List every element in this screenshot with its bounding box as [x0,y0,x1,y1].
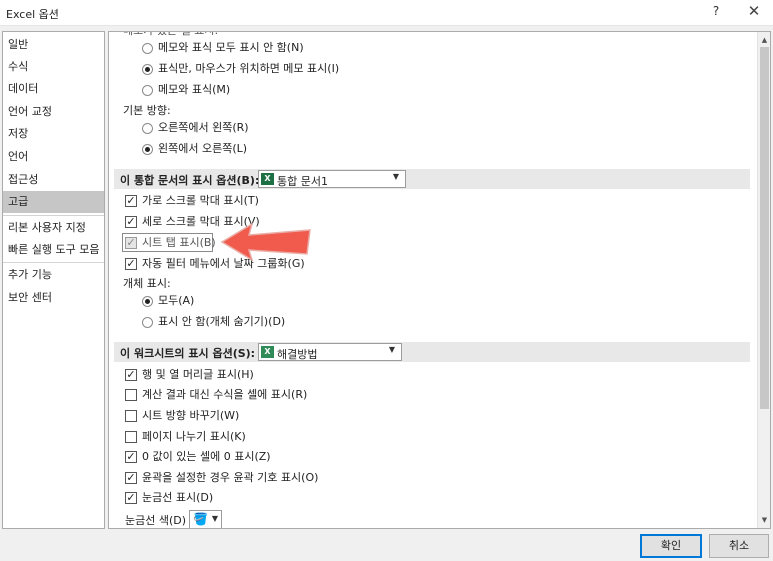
excel-workbook-icon: X [261,173,274,185]
options-panel: 메모가 있는 셀 표시: 메모와 표식 모두 표시 안 함(N) 표식만, 마우… [108,31,771,529]
checkbox-zero-values[interactable]: ✓ [125,451,137,463]
sidebar-item-data[interactable]: 데이터 [3,78,104,100]
row-col-headers-label: 행 및 열 머리글 표시(H) [142,368,254,381]
sidebar-item-accessibility[interactable]: 접근성 [3,169,104,191]
sidebar-item-formulas[interactable]: 수식 [3,56,104,78]
checkbox-horizontal-scrollbar[interactable]: ✓ [125,195,137,207]
radio-comments-and-indicators-label: 메모와 표식(M) [158,83,231,96]
objects-display-label: 개체 표시: [123,277,171,290]
gridline-color-label: 눈금선 색(D) [125,514,187,527]
radio-no-comments[interactable] [142,43,153,54]
radio-right-to-left[interactable] [142,123,153,134]
checkbox-outline-symbols[interactable]: ✓ [125,472,137,484]
checkbox-group-dates[interactable]: ✓ [125,258,137,270]
red-arrow-annotation [220,222,311,262]
horizontal-scrollbar-label: 가로 스크롤 막대 표시(T) [142,194,259,207]
page-breaks-label: 페이지 나누기 표시(K) [142,430,246,443]
sidebar-item-language[interactable]: 언어 [3,146,104,168]
cancel-button[interactable]: 취소 [709,534,769,558]
workbook-display-section: 이 통합 문서의 표시 옵션(B): X 통합 문서1 ▼ [114,169,750,189]
radio-objects-all[interactable] [142,296,153,307]
radio-left-to-right[interactable] [142,144,153,155]
sidebar-divider [3,262,104,263]
zero-values-label: 0 값이 있는 셀에 0 표시(Z) [142,450,271,463]
checkbox-right-to-left[interactable] [125,410,137,422]
chevron-down-icon: ▼ [211,514,218,523]
chevron-down-icon: ▼ [388,345,395,354]
close-button[interactable]: ✕ [744,2,764,22]
radio-right-to-left-label: 오른쪽에서 왼쪽(R) [158,121,249,134]
checkbox-page-breaks[interactable] [125,431,137,443]
radio-objects-none[interactable] [142,317,153,328]
radio-comments-and-indicators[interactable] [142,85,153,96]
title-bar: Excel 옵션 ? ✕ [0,0,773,26]
worksheet-select[interactable]: X 해결방법 ▼ [258,343,402,361]
gridlines-label: 눈금선 표시(D) [142,491,214,504]
show-formulas-label: 계산 결과 대신 수식을 셀에 표시(R) [142,388,308,401]
radio-indicators-only[interactable] [142,64,153,75]
scroll-up-icon[interactable]: ▲ [759,34,770,46]
sidebar-item-general[interactable]: 일반 [3,34,104,56]
sidebar-item-proofing[interactable]: 언어 교정 [3,101,104,123]
radio-left-to-right-label: 왼쪽에서 오른쪽(L) [158,142,248,155]
worksheet-select-value: 해결방법 [277,348,318,361]
checkbox-gridlines[interactable]: ✓ [125,492,137,504]
radio-no-comments-label: 메모와 표식 모두 표시 안 함(N) [158,41,304,54]
sidebar-item-advanced[interactable]: 고급 [3,191,104,213]
checkbox-vertical-scrollbar[interactable]: ✓ [125,216,137,228]
scroll-down-icon[interactable]: ▼ [759,514,770,526]
sheet-tabs-label: 시트 탭 표시(B) [142,236,216,249]
window-title: Excel 옵션 [6,8,59,21]
scrollbar-thumb[interactable] [760,47,769,409]
sidebar-item-trust-center[interactable]: 보안 센터 [3,287,104,309]
radio-indicators-only-label: 표식만, 마우스가 위치하면 메모 표시(I) [158,62,340,75]
help-button[interactable]: ? [708,4,724,20]
worksheet-section-title: 이 워크시트의 표시 옵션(S): [120,347,256,360]
checkbox-row-col-headers[interactable]: ✓ [125,369,137,381]
vertical-scrollbar[interactable]: ▲ ▼ [757,32,770,528]
worksheet-display-section: 이 워크시트의 표시 옵션(S): X 해결방법 ▼ [114,342,750,362]
sidebar: 일반 수식 데이터 언어 교정 저장 언어 접근성 고급 리본 사용자 지정 빠… [2,31,105,529]
sidebar-item-customize-ribbon[interactable]: 리본 사용자 지정 [3,217,104,239]
sidebar-item-add-ins[interactable]: 추가 기능 [3,264,104,286]
sidebar-item-save[interactable]: 저장 [3,123,104,145]
right-to-left-label: 시트 방향 바꾸기(W) [142,409,240,422]
checkbox-show-formulas[interactable] [125,389,137,401]
radio-objects-none-label: 표시 안 함(개체 숨기기)(D) [158,315,286,328]
paint-bucket-icon: 🪣 [193,512,208,526]
ok-button[interactable]: 확인 [640,534,702,558]
workbook-section-title: 이 통합 문서의 표시 옵션(B): [120,174,260,187]
workbook-select[interactable]: X 통합 문서1 ▼ [258,170,406,188]
sidebar-item-quick-access-toolbar[interactable]: 빠른 실행 도구 모음 [3,239,104,261]
outline-symbols-label: 윤곽을 설정한 경우 윤곽 기호 표시(O) [142,471,319,484]
excel-worksheet-icon: X [261,346,274,358]
gridline-color-picker[interactable]: 🪣 ▼ [189,510,222,528]
workbook-select-value: 통합 문서1 [277,175,328,188]
direction-label: 기본 방향: [123,104,171,117]
sidebar-divider [3,215,104,216]
radio-objects-all-label: 모두(A) [158,294,195,307]
chevron-down-icon: ▼ [392,172,399,181]
